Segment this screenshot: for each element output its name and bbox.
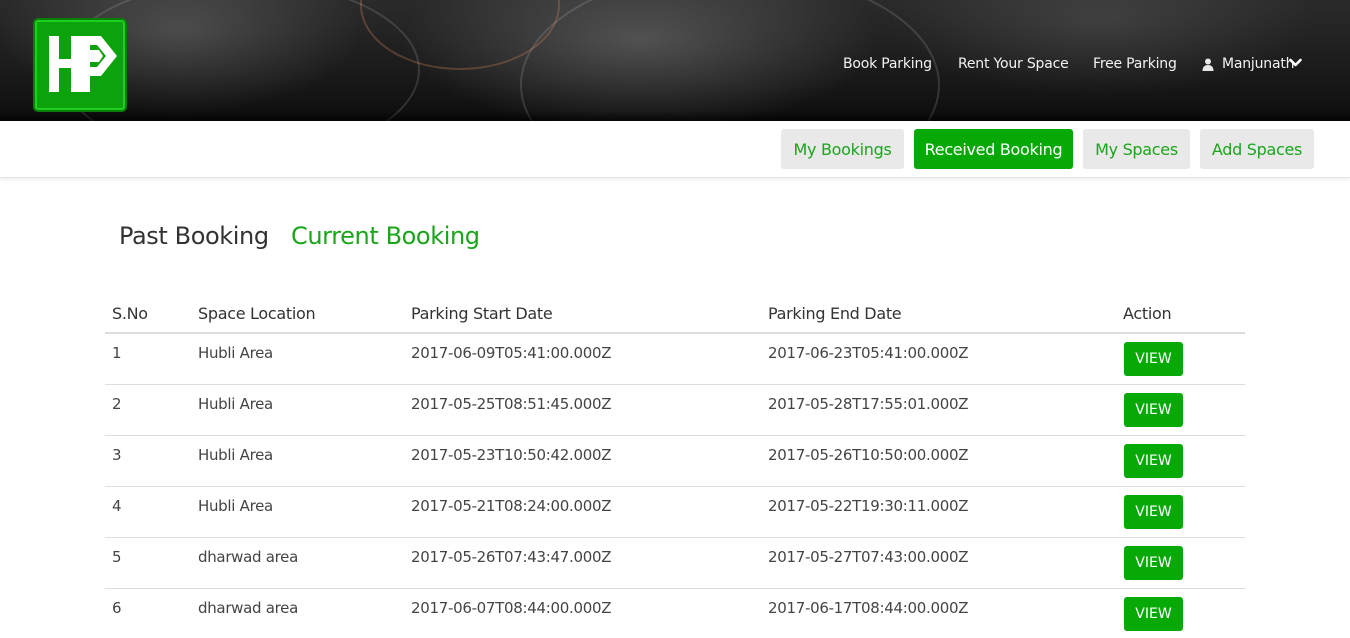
cell-location: Hubli Area (198, 446, 273, 464)
cell-sno: 4 (112, 497, 122, 515)
cell-start-date: 2017-05-25T08:51:45.000Z (411, 395, 612, 413)
site-header: Book Parking Rent Your Space Free Parkin… (0, 0, 1350, 121)
cell-start-date: 2017-06-07T08:44:00.000Z (411, 599, 612, 617)
cell-location: Hubli Area (198, 344, 273, 362)
view-button[interactable]: VIEW (1124, 393, 1183, 427)
hp-logo[interactable] (33, 18, 127, 112)
view-button[interactable]: VIEW (1124, 342, 1183, 376)
cell-end-date: 2017-06-17T08:44:00.000Z (768, 599, 969, 617)
header-action: Action (1123, 304, 1172, 323)
view-button[interactable]: VIEW (1124, 495, 1183, 529)
user-menu-name[interactable]: Manjunath (1222, 56, 1295, 72)
view-button[interactable]: VIEW (1124, 444, 1183, 478)
header-end-date: Parking End Date (768, 304, 902, 323)
header-sno: S.No (112, 304, 148, 323)
table-header: S.No Space Location Parking Start Date P… (105, 296, 1245, 334)
table-row: 2 Hubli Area 2017-05-25T08:51:45.000Z 20… (105, 385, 1245, 436)
nav-rent-your-space[interactable]: Rent Your Space (958, 56, 1069, 72)
bookings-table: S.No Space Location Parking Start Date P… (105, 296, 1245, 638)
cell-sno: 2 (112, 395, 122, 413)
dashboard-tabs: My Bookings Received Booking My Spaces A… (0, 121, 1350, 178)
table-row: 5 dharwad area 2017-05-26T07:43:47.000Z … (105, 538, 1245, 589)
cell-start-date: 2017-06-09T05:41:00.000Z (411, 344, 612, 362)
table-row: 3 Hubli Area 2017-05-23T10:50:42.000Z 20… (105, 436, 1245, 487)
cell-end-date: 2017-05-26T10:50:00.000Z (768, 446, 969, 464)
cell-sno: 1 (112, 344, 122, 362)
view-button[interactable]: VIEW (1124, 597, 1183, 631)
table-row: 4 Hubli Area 2017-05-21T08:24:00.000Z 20… (105, 487, 1245, 538)
tab-my-spaces[interactable]: My Spaces (1083, 129, 1190, 169)
cell-end-date: 2017-05-28T17:55:01.000Z (768, 395, 969, 413)
nav-free-parking[interactable]: Free Parking (1093, 56, 1177, 72)
cell-sno: 5 (112, 548, 122, 566)
cell-sno: 6 (112, 599, 122, 617)
cell-location: dharwad area (198, 599, 298, 617)
cell-location: Hubli Area (198, 395, 273, 413)
hp-logo-icon (49, 36, 117, 92)
cell-start-date: 2017-05-26T07:43:47.000Z (411, 548, 612, 566)
cell-sno: 3 (112, 446, 122, 464)
table-row: 6 dharwad area 2017-06-07T08:44:00.000Z … (105, 589, 1245, 638)
header-space-location: Space Location (198, 304, 316, 323)
view-button[interactable]: VIEW (1124, 546, 1183, 580)
cell-end-date: 2017-05-22T19:30:11.000Z (768, 497, 969, 515)
nav-book-parking[interactable]: Book Parking (843, 56, 932, 72)
past-booking-link[interactable]: Past Booking (119, 222, 269, 250)
cell-end-date: 2017-05-27T07:43:00.000Z (768, 548, 969, 566)
cell-start-date: 2017-05-21T08:24:00.000Z (411, 497, 612, 515)
header-start-date: Parking Start Date (411, 304, 553, 323)
tab-add-spaces[interactable]: Add Spaces (1200, 129, 1314, 169)
tab-received-booking[interactable]: Received Booking (914, 129, 1073, 169)
cell-location: Hubli Area (198, 497, 273, 515)
current-booking-link[interactable]: Current Booking (291, 222, 480, 250)
user-icon (1202, 58, 1214, 71)
table-row: 1 Hubli Area 2017-06-09T05:41:00.000Z 20… (105, 334, 1245, 385)
tab-my-bookings[interactable]: My Bookings (781, 129, 904, 169)
cell-start-date: 2017-05-23T10:50:42.000Z (411, 446, 612, 464)
header-shadow (0, 111, 1350, 121)
cell-location: dharwad area (198, 548, 298, 566)
chevron-down-icon[interactable] (1289, 58, 1302, 68)
cell-end-date: 2017-06-23T05:41:00.000Z (768, 344, 969, 362)
